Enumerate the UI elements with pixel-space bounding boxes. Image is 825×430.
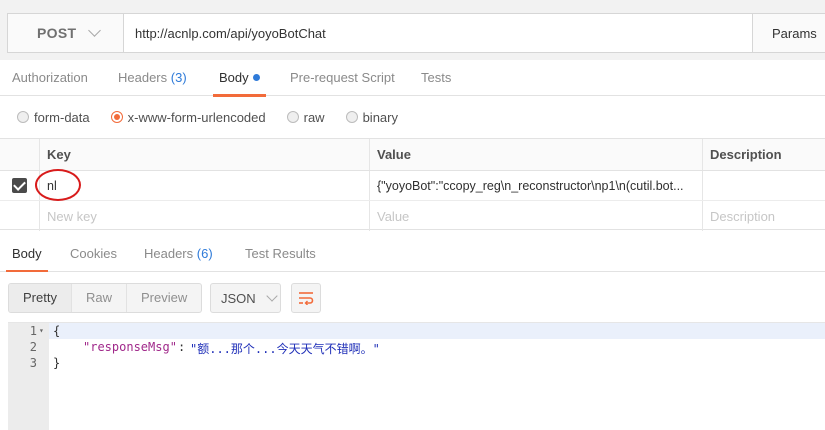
pretty-button[interactable]: Pretty xyxy=(9,284,71,312)
json-string-value: "额...那个...今天天气不错啊。" xyxy=(190,342,380,356)
tab-headers[interactable]: Headers (3) xyxy=(118,60,187,96)
view-mode-switch: Pretty Raw Preview xyxy=(8,283,203,313)
radio-binary[interactable]: binary xyxy=(345,110,398,125)
tab-authorization[interactable]: Authorization xyxy=(12,60,88,96)
method-label: POST xyxy=(37,25,77,41)
radio-icon xyxy=(345,111,358,123)
wrap-lines-button[interactable] xyxy=(291,283,321,313)
modified-dot-icon xyxy=(252,74,260,81)
headers-count: (3) xyxy=(170,70,187,85)
request-tabs: Authorization Headers (3) Body Pre-reque… xyxy=(0,60,825,97)
json-colon: : xyxy=(178,340,186,354)
line-number: 3 xyxy=(29,356,37,370)
radio-urlencoded[interactable]: x-www-form-urlencoded xyxy=(110,110,266,125)
params-button[interactable]: Params xyxy=(752,14,825,52)
json-key: "responseMsg" xyxy=(83,340,177,354)
url-input-group: POST http://acnlp.com/api/yoyoBotChat Pa… xyxy=(7,13,825,53)
url-input[interactable]: http://acnlp.com/api/yoyoBotChat xyxy=(124,14,752,52)
radio-selected-icon xyxy=(110,111,123,123)
tab-response-body[interactable]: Body xyxy=(6,236,48,273)
new-row: New key Value Description xyxy=(0,201,825,231)
tab-test-results[interactable]: Test Results xyxy=(245,236,316,272)
response-headers-count: (6) xyxy=(196,246,213,261)
tab-pre-request-script[interactable]: Pre-request Script xyxy=(290,60,395,96)
tab-tests[interactable]: Tests xyxy=(421,60,451,96)
key-field[interactable]: nl xyxy=(39,171,369,200)
radio-icon xyxy=(286,111,299,123)
body-type-options: form-data x-www-form-urlencoded raw bina… xyxy=(0,97,825,137)
description-field[interactable] xyxy=(702,171,825,200)
response-body-editor[interactable]: 1 ▾ 2 3 { "responseMsg" : "额...那个...今天天气… xyxy=(8,322,825,430)
format-select[interactable]: JSON xyxy=(210,283,281,313)
chevron-down-icon xyxy=(266,289,278,302)
line-number: 2 xyxy=(29,340,37,354)
raw-button[interactable]: Raw xyxy=(70,284,126,312)
column-header-description: Description xyxy=(702,139,825,170)
response-tabs: Body Cookies Headers (6) Test Results xyxy=(0,236,825,273)
new-description-input[interactable]: Description xyxy=(702,201,825,231)
body-params-table: Key Value Description nl {"yoyoBot":"cco… xyxy=(0,138,825,231)
request-url-bar: POST http://acnlp.com/api/yoyoBotChat Pa… xyxy=(0,0,825,68)
value-field[interactable]: {"yoyoBot":"ccopy_reg\n_reconstructor\np… xyxy=(369,171,702,200)
fold-arrow-icon[interactable]: ▾ xyxy=(39,326,44,335)
tab-cookies[interactable]: Cookies xyxy=(70,236,117,272)
line-number: 1 xyxy=(29,324,37,338)
table-header-row: Key Value Description xyxy=(0,139,825,171)
format-label: JSON xyxy=(221,290,256,306)
red-annotation-circle xyxy=(35,169,81,201)
json-close-brace: } xyxy=(53,356,61,370)
active-line-highlight xyxy=(49,323,825,339)
method-select[interactable]: POST xyxy=(8,14,124,52)
wrap-lines-icon xyxy=(299,292,314,305)
preview-button[interactable]: Preview xyxy=(125,284,201,312)
radio-form-data[interactable]: form-data xyxy=(17,110,90,125)
new-value-input[interactable]: Value xyxy=(369,201,702,231)
line-number-gutter: 1 ▾ 2 3 xyxy=(8,323,49,430)
json-open-brace: { xyxy=(53,324,61,338)
radio-icon xyxy=(17,111,29,123)
new-key-input[interactable]: New key xyxy=(39,201,369,231)
response-toolbar: Pretty Raw Preview JSON xyxy=(0,272,825,322)
table-row: nl {"yoyoBot":"ccopy_reg\n_reconstructor… xyxy=(0,171,825,201)
row-enabled-checkbox[interactable] xyxy=(12,178,27,193)
tab-body[interactable]: Body xyxy=(213,60,266,97)
radio-raw[interactable]: raw xyxy=(286,110,325,125)
tab-response-headers[interactable]: Headers (6) xyxy=(144,236,213,272)
column-header-value: Value xyxy=(369,139,702,170)
chevron-down-icon xyxy=(88,24,102,37)
column-header-key: Key xyxy=(39,139,369,170)
